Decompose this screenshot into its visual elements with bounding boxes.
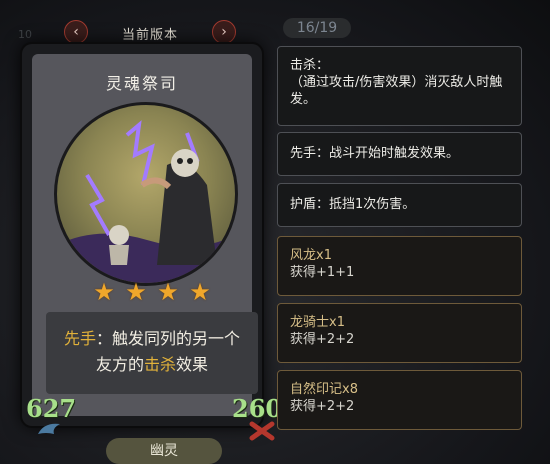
card-name: 灵魂祭司	[105, 74, 178, 93]
star-icon: ★	[189, 278, 211, 306]
card-description: 先手：触发同列的另一个友方的击杀效果	[46, 312, 258, 394]
previous-arrow-icon[interactable]: ‹	[64, 20, 88, 44]
health-crossed-swords-icon	[249, 421, 275, 441]
tribe-badge: 幽灵	[106, 438, 222, 464]
card-entry-name: 龙骑士x1	[290, 315, 345, 330]
card-entry-nature-mark[interactable]: 自然印记x8 获得+2+2	[277, 370, 522, 430]
keyword-first-strike: 先手	[63, 329, 96, 348]
keyword-kill: 击杀	[143, 355, 176, 374]
card-portrait	[54, 102, 238, 286]
keyword-kill-desc: （通过攻击/伤害效果）消灭敌人时触发。	[290, 75, 503, 107]
keyword-panel-first-strike: 先手：战斗开始时触发效果。	[277, 132, 522, 176]
card-frame: 灵魂祭司 ★ ★ ★ ★ 先手：触发同列的另一个友方的击杀效果	[32, 54, 258, 416]
keyword-first-strike-desc: 先手：战斗开始时触发效果。	[290, 146, 460, 161]
card-entry-effect: 获得+2+2	[290, 332, 355, 347]
keyword-panel-kill: 击杀： （通过攻击/伤害效果）消灭敌人时触发。	[277, 46, 522, 126]
card-entry-dragon-knight[interactable]: 龙骑士x1 获得+2+2	[277, 303, 522, 363]
game-screen: 10 ‹ 当前版本 › 16/19 灵魂祭司 ★ ★ ★ ★ 先手：触发同列的另…	[0, 0, 550, 464]
attack-wing-icon	[38, 423, 60, 434]
star-icon: ★	[125, 278, 147, 306]
card-entry-wind-dragon[interactable]: 风龙x1 获得+1+1	[277, 236, 522, 296]
version-header: ‹ 当前版本 ›	[60, 18, 240, 46]
unit-card: 灵魂祭司 ★ ★ ★ ★ 先手：触发同列的另一个友方的击杀效果 627 260 …	[22, 44, 282, 464]
keyword-kill-title: 击杀：	[290, 58, 330, 73]
card-entry-effect: 获得+2+2	[290, 399, 355, 414]
description-text-end: 效果	[176, 355, 209, 374]
attack-value: 627	[26, 394, 77, 423]
version-title: 当前版本	[121, 28, 178, 43]
keyword-panel-shield: 护盾：抵挡1次伤害。	[277, 183, 522, 227]
health-value: 260	[232, 394, 283, 423]
card-entry-effect: 获得+1+1	[290, 265, 355, 280]
card-entry-name: 自然印记x8	[290, 382, 358, 397]
star-icon: ★	[157, 278, 179, 306]
necromancer-portrait-illustration	[57, 120, 235, 283]
next-arrow-icon[interactable]: ›	[212, 20, 236, 44]
keyword-shield-desc: 护盾：抵挡1次伤害。	[290, 197, 416, 212]
star-rating: ★ ★ ★ ★	[92, 280, 212, 304]
page-counter: 16/19	[283, 18, 351, 38]
star-icon: ★	[93, 278, 115, 306]
left-background-number: 10	[18, 28, 32, 41]
card-entry-name: 风龙x1	[290, 248, 332, 263]
